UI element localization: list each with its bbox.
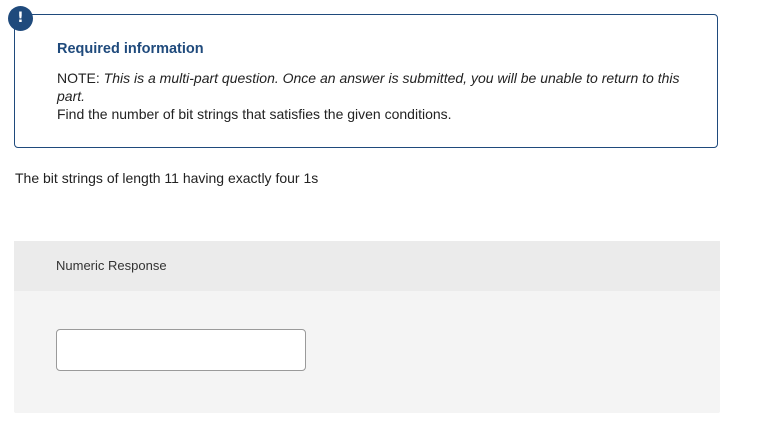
response-label: Numeric Response: [56, 258, 167, 273]
required-info-box: Required information NOTE: This is a mul…: [14, 14, 718, 148]
response-header: Numeric Response: [14, 241, 720, 291]
question-text: The bit strings of length 11 having exac…: [15, 170, 319, 186]
info-instruction: Find the number of bit strings that sati…: [57, 106, 452, 122]
info-note: NOTE: This is a multi-part question. Onc…: [57, 69, 697, 105]
exclamation-icon: !: [8, 6, 33, 31]
question-page: ! Required information NOTE: This is a m…: [0, 0, 771, 440]
info-title: Required information: [57, 41, 204, 57]
note-prefix: NOTE:: [57, 70, 104, 86]
note-body: This is a multi-part question. Once an a…: [57, 70, 680, 104]
numeric-response-panel: Numeric Response: [14, 241, 720, 413]
answer-input[interactable]: [56, 329, 306, 371]
